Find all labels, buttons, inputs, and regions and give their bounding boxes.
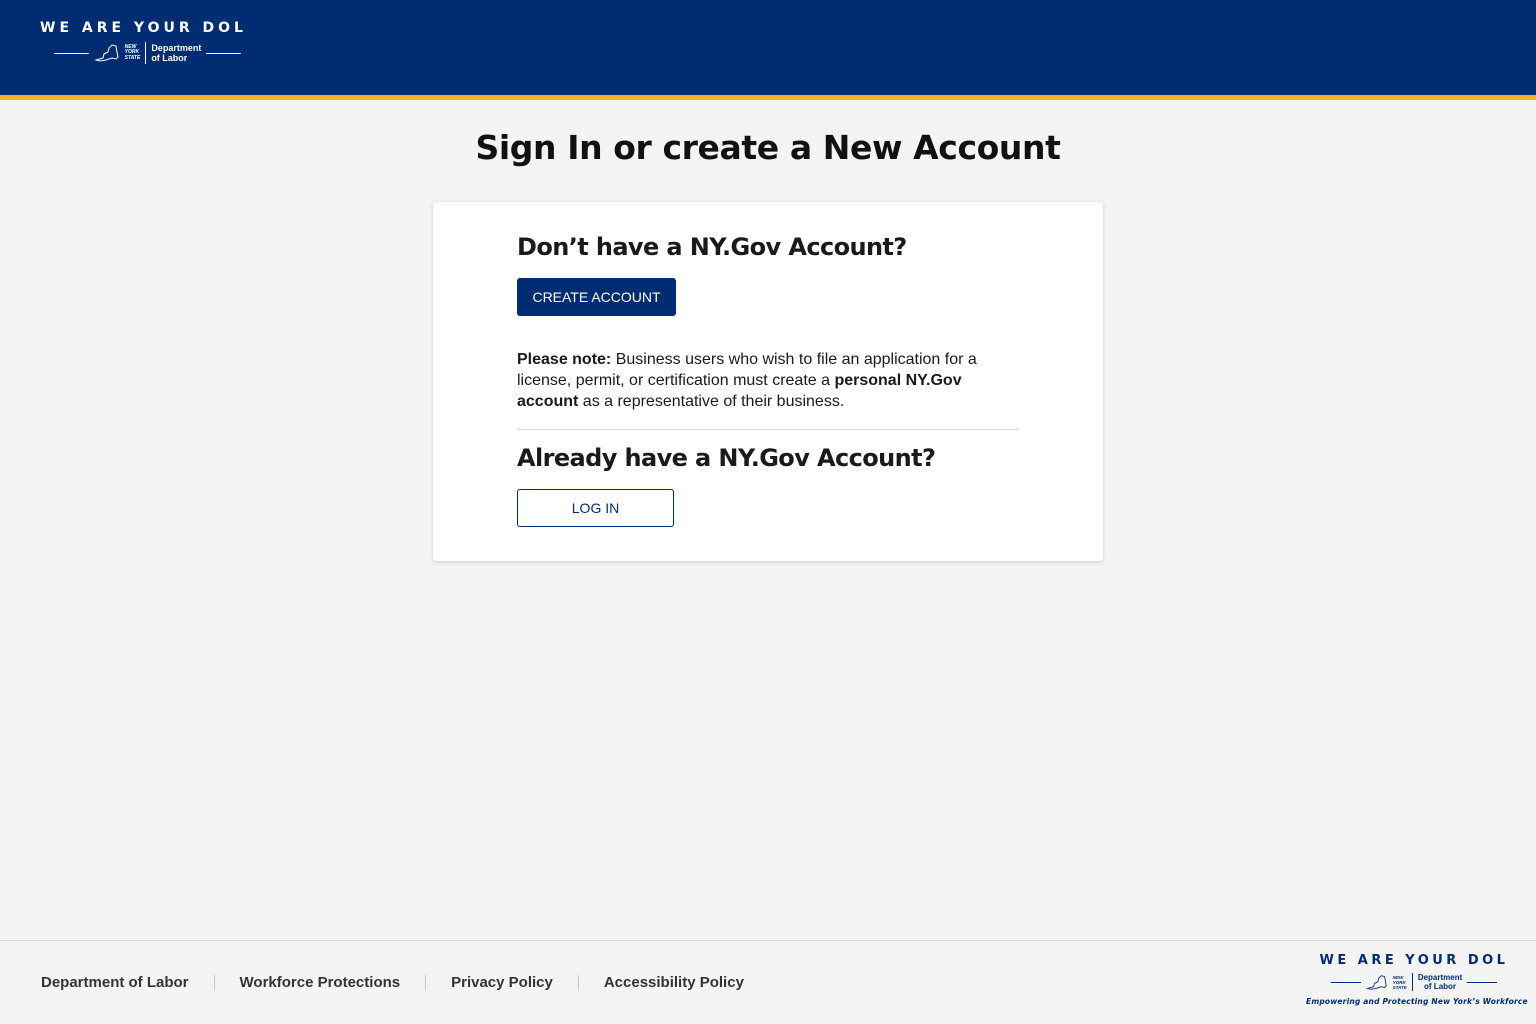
business-users-note: Please note: Business users who wish to … (517, 349, 1019, 412)
page-title: Sign In or create a New Account (475, 128, 1061, 167)
logo-dept-text: Department of Labor (151, 43, 202, 63)
footer-dol-logo[interactable]: WE ARE YOUR DOL NEW YORK STATE Departmen… (1306, 953, 1528, 1006)
dol-logo[interactable]: WE ARE YOUR DOL NEW YORK STATE Departmen… (40, 20, 255, 64)
footer-logo-dept-text: Department of Labor (1417, 973, 1463, 991)
logo-divider (145, 42, 147, 64)
footer-logo-rule-right (1467, 981, 1498, 983)
footer-logo-tagline: WE ARE YOUR DOL (1319, 953, 1509, 968)
login-heading: Already have a NY.Gov Account? (517, 444, 936, 472)
footer-logo-row: NEW YORK STATE Department of Labor (1306, 973, 1522, 991)
logo-tagline: WE ARE YOUR DOL (40, 20, 247, 36)
footer-link-privacy-policy[interactable]: Privacy Policy (451, 974, 553, 991)
site-footer: Department of Labor Workforce Protection… (0, 940, 1536, 1024)
note-label: Please note: (517, 351, 612, 368)
card-divider (517, 429, 1019, 430)
footer-link-accessibility-policy[interactable]: Accessibility Policy (604, 974, 744, 991)
footer-separator (213, 974, 215, 991)
logo-rule-left (53, 52, 89, 54)
create-account-heading: Don’t have a NY.Gov Account? (517, 233, 907, 261)
logo-state-text: NEW YORK STATE (124, 43, 141, 61)
footer-slogan: Empowering and Protecting New York’s Wor… (1306, 997, 1528, 1006)
new-york-state-outline-icon (93, 44, 119, 62)
note-text-2: as a representative of their business. (578, 393, 845, 410)
footer-logo-rule-left (1330, 981, 1361, 983)
create-account-button[interactable]: CREATE ACCOUNT (517, 278, 676, 316)
log-in-button[interactable]: LOG IN (517, 489, 674, 527)
footer-link-workforce-protections[interactable]: Workforce Protections (240, 974, 401, 991)
footer-logo-state-text: NEW YORK STATE (1392, 974, 1407, 990)
footer-link-department-of-labor[interactable]: Department of Labor (41, 974, 189, 991)
footer-separator (425, 974, 427, 991)
sign-in-card: Don’t have a NY.Gov Account? CREATE ACCO… (433, 202, 1103, 561)
footer-logo-divider (1411, 973, 1413, 991)
footer-nav: Department of Labor Workforce Protection… (41, 974, 744, 991)
site-header: WE ARE YOUR DOL NEW YORK STATE Departmen… (0, 0, 1536, 100)
footer-separator (577, 974, 579, 991)
logo-rule-right (206, 52, 242, 54)
page: WE ARE YOUR DOL NEW YORK STATE Departmen… (0, 0, 1536, 1024)
new-york-state-outline-icon (1365, 974, 1387, 990)
logo-row: NEW YORK STATE Department of Labor (40, 42, 255, 64)
